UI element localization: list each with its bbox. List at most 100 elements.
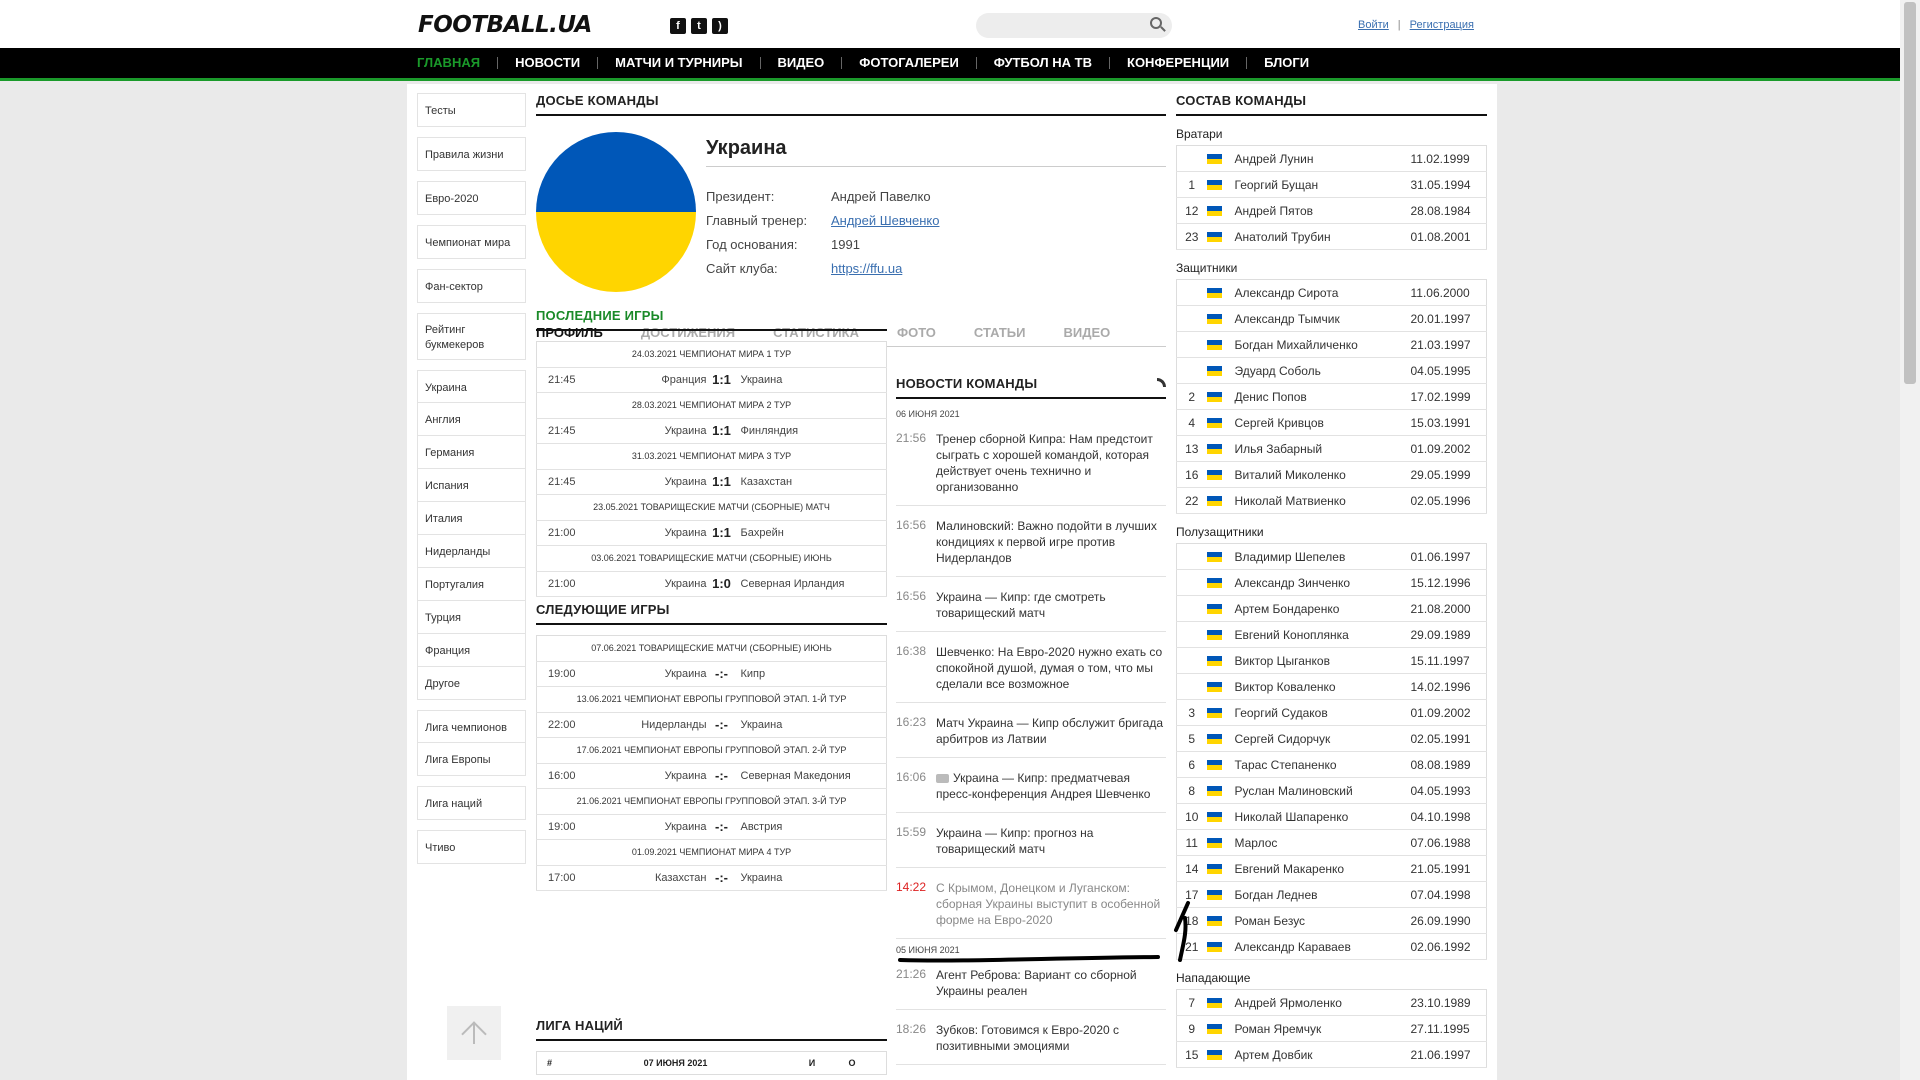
nav-item-5[interactable]: ФУТБОЛ НА ТВ: [975, 56, 1109, 69]
player-row[interactable]: 16 Виталий Миколенко 29.05.1999: [1176, 461, 1487, 488]
player-name[interactable]: Андрей Ярмоленко: [1234, 989, 1411, 1016]
match-row[interactable]: 21:00 Украина 1:1 Бахрейн: [536, 520, 887, 546]
player-row[interactable]: 22 Николай Матвиенко 02.05.1996: [1176, 487, 1487, 514]
sidebar-item[interactable]: Чтиво: [417, 830, 526, 864]
player-name[interactable]: Георгий Судаков: [1234, 699, 1411, 726]
player-name[interactable]: Александр Сирота: [1234, 279, 1411, 306]
login-link[interactable]: Войти: [1358, 19, 1389, 31]
player-row[interactable]: 18 Роман Безус 26.09.1990: [1176, 907, 1487, 934]
search-icon[interactable]: [1150, 17, 1162, 29]
nav-item-3[interactable]: ВИДЕО: [759, 56, 842, 69]
player-row[interactable]: 9 Роман Яремчук 27.11.1995: [1176, 1015, 1487, 1042]
player-name[interactable]: Илья Забарный: [1234, 435, 1411, 462]
news-headline[interactable]: Тренер сборной Кипра: Нам предстоит сыгр…: [936, 431, 1166, 495]
sidebar-item[interactable]: Лига чемпионов: [417, 710, 526, 743]
news-item[interactable]: 16:38 Шевченко: На Евро-2020 нужно ехать …: [896, 632, 1166, 703]
player-name[interactable]: Марлос: [1234, 829, 1411, 856]
site-logo[interactable]: FOOTBALL.UA: [418, 12, 592, 38]
nav-item-0[interactable]: ГЛАВНАЯ: [417, 56, 497, 69]
sidebar-item[interactable]: Лига Европы: [417, 743, 526, 776]
facebook-icon[interactable]: f: [670, 18, 686, 34]
match-row[interactable]: 21:45 Украина 1:1 Финляндия: [536, 418, 887, 444]
register-link[interactable]: Регистрация: [1410, 19, 1474, 31]
player-row[interactable]: 6 Тарас Степаненко 08.08.1989: [1176, 751, 1487, 778]
match-row[interactable]: 19:00 Украина -:- Кипр: [536, 661, 887, 687]
player-row[interactable]: Виктор Коваленко 14.02.1996: [1176, 673, 1487, 700]
player-name[interactable]: Эдуард Соболь: [1234, 357, 1411, 384]
player-row[interactable]: 17 Богдан Леднев 07.04.1998: [1176, 881, 1487, 908]
player-name[interactable]: Евгений Макаренко: [1234, 855, 1411, 882]
player-row[interactable]: 12 Андрей Пятов 28.08.1984: [1176, 197, 1487, 224]
news-headline[interactable]: С Крымом, Донецком и Луганском: сборная …: [936, 880, 1166, 928]
news-headline[interactable]: Зубков: Готовимся к Евро-2020 с позитивн…: [936, 1022, 1166, 1054]
player-row[interactable]: 14 Евгений Макаренко 21.05.1991: [1176, 855, 1487, 882]
sidebar-item[interactable]: Тесты: [417, 93, 526, 127]
player-row[interactable]: 10 Николай Шапаренко 04.10.1998: [1176, 803, 1487, 830]
sidebar-item[interactable]: Правила жизни: [417, 137, 526, 171]
news-headline[interactable]: Украина — Кипр: предматчевая пресс-конфе…: [936, 770, 1166, 802]
news-headline[interactable]: Матч Украина — Кипр обслужит бригада арб…: [936, 715, 1166, 747]
news-item[interactable]: 21:26 Агент Реброва: Вариант со сборной У…: [896, 955, 1166, 1010]
player-name[interactable]: Александр Зинченко: [1234, 569, 1411, 596]
nav-item-1[interactable]: НОВОСТИ: [497, 56, 597, 69]
player-name[interactable]: Владимир Шепелев: [1234, 543, 1411, 570]
tab-5[interactable]: ВИДЕО: [1063, 325, 1110, 340]
player-row[interactable]: 21 Александр Караваев 02.06.1992: [1176, 933, 1487, 960]
nav-item-6[interactable]: КОНФЕРЕНЦИИ: [1109, 56, 1246, 69]
player-name[interactable]: Николай Матвиенко: [1234, 487, 1411, 514]
player-row[interactable]: 4 Сергей Кривцов 15.03.1991: [1176, 409, 1487, 436]
player-name[interactable]: Виктор Цыганков: [1234, 647, 1411, 674]
news-item[interactable]: 14:22 С Крымом, Донецком и Луганском: сбо…: [896, 868, 1166, 939]
news-headline[interactable]: Агент Реброва: Вариант со сборной Украин…: [936, 967, 1166, 999]
news-item[interactable]: 16:23 Матч Украина — Кипр обслужит бригад…: [896, 703, 1166, 758]
player-name[interactable]: Артем Довбик: [1234, 1041, 1411, 1068]
sidebar-item[interactable]: Англия: [417, 403, 526, 436]
player-name[interactable]: Роман Безус: [1234, 907, 1411, 934]
news-item[interactable]: 16:56 Малиновский: Важно подойти в лучших…: [896, 506, 1166, 577]
player-name[interactable]: Александр Караваев: [1234, 933, 1411, 960]
sidebar-item[interactable]: Другое: [417, 667, 526, 700]
news-item[interactable]: 21:56 Тренер сборной Кипра: Нам предстоит…: [896, 419, 1166, 506]
player-name[interactable]: Георгий Бущан: [1234, 171, 1411, 198]
news-headline[interactable]: Украина — Кипр: где смотреть товарищески…: [936, 589, 1166, 621]
sidebar-item[interactable]: Евро-2020: [417, 181, 526, 215]
sidebar-item[interactable]: Чемпионат мира: [417, 225, 526, 259]
player-row[interactable]: Виктор Цыганков 15.11.1997: [1176, 647, 1487, 674]
player-name[interactable]: Александр Тымчик: [1234, 305, 1411, 332]
player-row[interactable]: Андрей Лунин 11.02.1999: [1176, 145, 1487, 172]
sidebar-item[interactable]: Турция: [417, 601, 526, 634]
scroll-to-top-button[interactable]: [447, 1006, 501, 1060]
twitter-icon[interactable]: t: [691, 18, 707, 34]
player-row[interactable]: 8 Руслан Малиновский 04.05.1993: [1176, 777, 1487, 804]
player-row[interactable]: Эдуард Соболь 04.05.1995: [1176, 357, 1487, 384]
sidebar-item[interactable]: Лига наций: [417, 786, 526, 820]
coach-link[interactable]: Андрей Шевченко: [831, 213, 939, 228]
player-name[interactable]: Виктор Коваленко: [1234, 673, 1411, 700]
player-name[interactable]: Андрей Лунин: [1234, 145, 1411, 172]
sidebar-item[interactable]: Италия: [417, 502, 526, 535]
sidebar-item[interactable]: Рейтинг букмекеров: [417, 313, 526, 360]
player-row[interactable]: 7 Андрей Ярмоленко 23.10.1989: [1176, 989, 1487, 1016]
nav-item-4[interactable]: ФОТОГАЛЕРЕИ: [841, 56, 976, 69]
news-item[interactable]: 16:06 Украина — Кипр: предматчевая пресс-…: [896, 758, 1166, 813]
player-row[interactable]: Александр Сирота 11.06.2000: [1176, 279, 1487, 306]
site-link[interactable]: https://ffu.ua: [831, 261, 902, 276]
rss-icon[interactable]: ): [712, 18, 728, 34]
scrollbar-thumb[interactable]: [1904, 2, 1916, 384]
player-name[interactable]: Виталий Миколенко: [1234, 461, 1411, 488]
player-row[interactable]: 23 Анатолий Трубин 01.08.2001: [1176, 223, 1487, 250]
match-row[interactable]: 16:00 Украина -:- Северная Македония: [536, 763, 887, 789]
sidebar-item[interactable]: Фан-сектор: [417, 269, 526, 303]
tab-4[interactable]: СТАТЬИ: [974, 325, 1026, 340]
match-row[interactable]: 22:00 Нидерланды -:- Украина: [536, 712, 887, 738]
player-row[interactable]: Артем Бондаренко 21.08.2000: [1176, 595, 1487, 622]
sidebar-item[interactable]: Португалия: [417, 568, 526, 601]
nav-item-7[interactable]: БЛОГИ: [1246, 56, 1326, 69]
player-name[interactable]: Богдан Леднев: [1234, 881, 1411, 908]
player-row[interactable]: Александр Тымчик 20.01.1997: [1176, 305, 1487, 332]
sidebar-item[interactable]: Франция: [417, 634, 526, 667]
match-row[interactable]: 21:00 Украина 1:0 Северная Ирландия: [536, 571, 887, 597]
player-row[interactable]: Евгений Коноплянка 29.09.1989: [1176, 621, 1487, 648]
sidebar-item[interactable]: Испания: [417, 469, 526, 502]
player-name[interactable]: Николай Шапаренко: [1234, 803, 1411, 830]
